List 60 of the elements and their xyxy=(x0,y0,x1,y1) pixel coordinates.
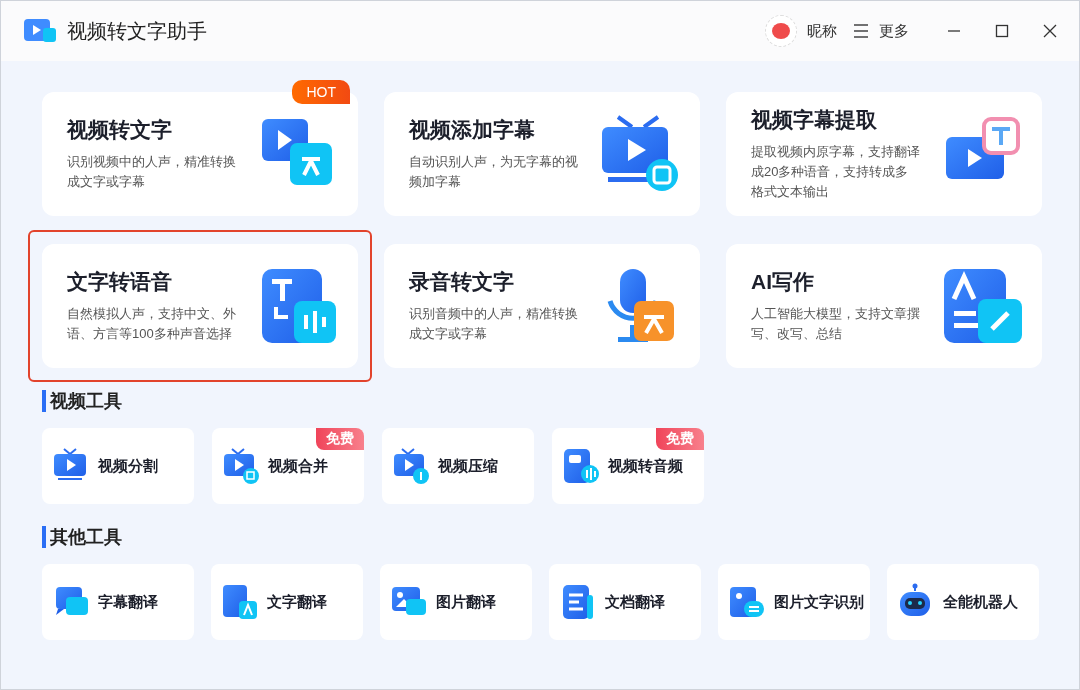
tool-label: 视频压缩 xyxy=(438,456,498,476)
tool-card[interactable]: 图片文字识别 xyxy=(718,564,870,640)
nickname[interactable]: 昵称 xyxy=(807,21,837,41)
tool-card[interactable]: 视频压缩 xyxy=(382,428,534,504)
feature-card[interactable]: 录音转文字 识别音频中的人声，精准转换 成文字或字幕 xyxy=(384,244,700,368)
tool-card[interactable]: 字幕翻译 xyxy=(42,564,194,640)
description-line: 成20多种语音，支持转成多 xyxy=(751,163,910,181)
description-line: 自然模拟人声，支持中文、外 xyxy=(67,305,237,323)
tool-card[interactable]: 图片翻译 xyxy=(380,564,532,640)
tool-label: 全能机器人 xyxy=(943,592,1018,612)
window-title: 视频转文字助手 xyxy=(67,18,207,44)
description-line: 提取视频内原字幕，支持翻译 xyxy=(751,143,921,161)
description-line: 识别视频中的人声，精准转换 xyxy=(67,153,237,171)
close-icon[interactable] xyxy=(1043,24,1057,38)
feature-title: AI写作 xyxy=(751,269,815,295)
tool-label: 图片文字识别 xyxy=(774,592,864,612)
feature-card[interactable]: 视频添加字幕 自动识别人声，为无字幕的视 频加字幕 xyxy=(384,92,700,216)
video-audio-icon xyxy=(562,447,600,485)
maximize-icon[interactable] xyxy=(995,24,1009,38)
description-line: 格式文本输出 xyxy=(751,183,830,201)
description-line: 写、改写、总结 xyxy=(751,325,843,343)
feature-title: 视频添加字幕 xyxy=(409,117,536,143)
tool-card[interactable]: 文档翻译 xyxy=(549,564,701,640)
tool-label: 视频合并 xyxy=(268,456,328,476)
feature-card[interactable]: 文字转语音 自然模拟人声，支持中文、外 语、方言等100多种声音选择 xyxy=(42,244,358,368)
tool-card[interactable]: 视频分割 xyxy=(42,428,194,504)
description-line: 人工智能大模型，支持文章撰 xyxy=(751,305,921,323)
section-title: 视频工具 xyxy=(42,390,1079,412)
free-badge: 免费 xyxy=(656,428,704,450)
hot-badge: HOT xyxy=(292,80,350,104)
tv-icon xyxy=(392,447,430,485)
free-badge: 免费 xyxy=(316,428,364,450)
feature-title: 文字转语音 xyxy=(67,269,173,295)
tool-label: 图片翻译 xyxy=(436,592,496,612)
description-line: 自动识别人声，为无字幕的视 xyxy=(409,153,579,171)
tool-card[interactable]: 全能机器人 xyxy=(887,564,1039,640)
menu-icon[interactable] xyxy=(853,24,869,38)
tool-label: 字幕翻译 xyxy=(98,592,158,612)
tool-card[interactable]: 免费 视频转音频 xyxy=(552,428,704,504)
description-line: 成文字或字幕 xyxy=(409,325,488,343)
feature-title: 视频转文字 xyxy=(67,117,173,143)
description-line: 成文字或字幕 xyxy=(67,173,146,191)
description-line: 识别音频中的人声，精准转换 xyxy=(409,305,579,323)
tool-label: 文档翻译 xyxy=(605,592,665,612)
feature-title: 录音转文字 xyxy=(409,269,515,295)
section-title: 其他工具 xyxy=(42,526,1079,548)
more-menu[interactable]: 更多 xyxy=(879,21,909,41)
avatar[interactable] xyxy=(765,15,797,47)
tv-icon xyxy=(222,447,260,485)
tool-label: 文字翻译 xyxy=(267,592,327,612)
tool-card[interactable]: 文字翻译 xyxy=(211,564,363,640)
description-line: 频加字幕 xyxy=(409,173,462,191)
tool-label: 视频分割 xyxy=(98,456,158,476)
feature-card[interactable]: AI写作 人工智能大模型，支持文章撰 写、改写、总结 xyxy=(726,244,1042,368)
tool-card[interactable]: 免费 视频合并 xyxy=(212,428,364,504)
feature-card[interactable]: 视频字幕提取 提取视频内原字幕，支持翻译 成20多种语音，支持转成多 格式文本输出 xyxy=(726,92,1042,216)
description-line: 语、方言等100多种声音选择 xyxy=(67,325,233,343)
feature-title: 视频字幕提取 xyxy=(751,107,878,133)
tool-label: 视频转音频 xyxy=(608,456,683,476)
document-icon xyxy=(221,583,259,621)
